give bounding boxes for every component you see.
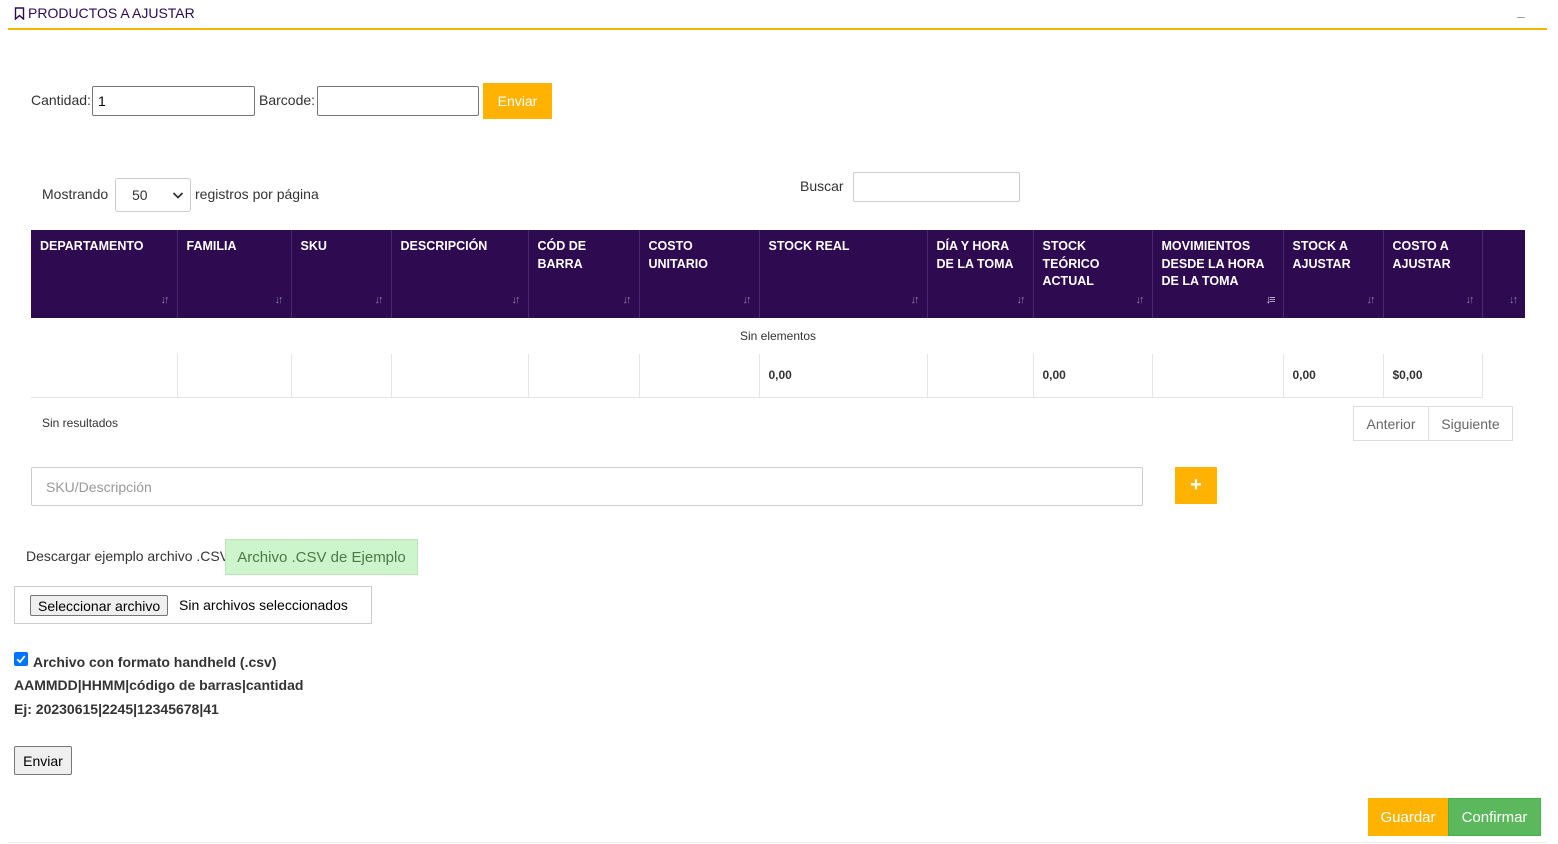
column-header[interactable]: STOCK REAL ↓↑ xyxy=(759,230,928,318)
panel-title-text: PRODUCTOS A AJUSTAR xyxy=(28,5,195,21)
collapse-icon[interactable]: – xyxy=(1517,8,1525,24)
bottom-divider xyxy=(8,842,1547,843)
barcode-input[interactable] xyxy=(317,86,479,116)
file-status: Sin archivos seleccionados xyxy=(179,597,348,613)
sort-arrows-icon: ↓↑ xyxy=(274,293,284,306)
format-description: AAMMDD|HHMM|código de barras|cantidad xyxy=(14,677,304,693)
products-table-wrapper: DEPARTAMENTO ↓↑ FAMILIA ↓↑ SKU ↓↑ DESCRIPCI… xyxy=(31,230,1525,398)
column-header[interactable]: DEPARTAMENTO ↓↑ xyxy=(31,230,178,318)
column-header[interactable]: STOCK A AJUSTAR ↓↑ xyxy=(1283,230,1384,318)
column-header[interactable]: ↓↑ xyxy=(1482,230,1525,318)
column-header[interactable]: CÓD DE BARRA ↓↑ xyxy=(528,230,640,318)
table-info: Sin resultados xyxy=(42,416,119,430)
total-cell xyxy=(1482,354,1525,397)
sort-arrows-icon: ↓↑ xyxy=(910,293,920,306)
total-cell xyxy=(31,354,178,398)
search-label: Buscar xyxy=(800,178,844,194)
sort-arrows-icon: ↓↑ xyxy=(1016,293,1026,306)
add-product-button[interactable]: + xyxy=(1175,467,1217,504)
total-costo-a-ajustar: $0,00 xyxy=(1383,354,1483,398)
upload-send-button[interactable]: Enviar xyxy=(14,746,72,775)
totals-row: 0,00 0,00 0,00 $0,00 xyxy=(31,354,1525,398)
sort-arrows-icon: ↓↑ xyxy=(1509,293,1518,306)
sort-arrows-icon: ↓↑ xyxy=(1135,293,1145,306)
sort-arrows-icon: ↓↑ xyxy=(622,293,632,306)
barcode-label: Barcode: xyxy=(259,92,316,108)
sort-arrows-icon: ↓↑ xyxy=(1465,293,1475,306)
handheld-format-checkbox[interactable] xyxy=(14,652,28,666)
column-header[interactable]: DÍA Y HORA DE LA TOMA ↓↑ xyxy=(927,230,1034,318)
showing-suffix: registros por página xyxy=(195,186,319,202)
panel-title: PRODUCTOS A AJUSTAR xyxy=(14,5,195,21)
page-size-value: 50 xyxy=(132,187,148,203)
format-example: Ej: 20230615|2245|12345678|41 xyxy=(14,701,219,717)
sort-arrows-icon: ↓↑ xyxy=(160,293,170,306)
total-cell xyxy=(927,354,1034,398)
save-button[interactable]: Guardar xyxy=(1368,798,1448,836)
table-search-input[interactable] xyxy=(853,172,1020,202)
total-cell xyxy=(391,354,529,398)
file-upload-box: Seleccionar archivo Sin archivos selecci… xyxy=(14,586,372,624)
total-stock-teorico: 0,00 xyxy=(1033,354,1153,398)
sku-description-input[interactable] xyxy=(31,467,1143,506)
previous-page-button[interactable]: Anterior xyxy=(1353,406,1429,441)
total-stock-a-ajustar: 0,00 xyxy=(1283,354,1384,398)
empty-message: Sin elementos xyxy=(739,329,817,343)
sort-arrows-icon: ↓↑ xyxy=(1366,293,1376,306)
page-size-select[interactable]: 50 xyxy=(115,178,191,212)
sort-amount-down-icon: ↓≡ xyxy=(1265,293,1276,306)
chevron-down-icon xyxy=(172,192,184,199)
empty-row: Sin elementos xyxy=(31,318,1525,354)
select-file-button[interactable]: Seleccionar archivo xyxy=(30,595,169,616)
total-cell xyxy=(291,354,392,398)
sort-arrows-icon: ↓↑ xyxy=(742,293,752,306)
quick-add-send-button[interactable]: Enviar xyxy=(483,83,552,119)
column-header[interactable]: STOCK TEÓRICO ACTUAL ↓↑ xyxy=(1033,230,1153,318)
total-stock-real: 0,00 xyxy=(759,354,928,398)
download-csv-example-button[interactable]: Archivo .CSV de Ejemplo xyxy=(225,539,418,575)
column-header[interactable]: COSTO A AJUSTAR ↓↑ xyxy=(1383,230,1483,318)
products-table: DEPARTAMENTO ↓↑ FAMILIA ↓↑ SKU ↓↑ DESCRIPCI… xyxy=(31,230,1525,398)
column-header[interactable]: SKU ↓↑ xyxy=(291,230,392,318)
header-divider xyxy=(8,28,1547,30)
quantity-label: Cantidad: xyxy=(31,92,91,108)
showing-prefix: Mostrando xyxy=(42,186,109,202)
confirm-button[interactable]: Confirmar xyxy=(1448,798,1541,836)
total-cell xyxy=(528,354,640,398)
column-header[interactable]: COSTO UNITARIO ↓↑ xyxy=(639,230,760,318)
handheld-format-label: Archivo con formato handheld (.csv) xyxy=(33,654,277,670)
table-header-row: DEPARTAMENTO ↓↑ FAMILIA ↓↑ SKU ↓↑ DESCRIPCI… xyxy=(31,230,1525,318)
plus-icon: + xyxy=(1190,474,1202,496)
download-example-label: Descargar ejemplo archivo .CSV xyxy=(26,548,230,564)
column-header[interactable]: DESCRIPCIÓN ↓↑ xyxy=(391,230,529,318)
checkmark-icon xyxy=(16,655,26,664)
bookmark-icon xyxy=(14,6,25,20)
total-cell xyxy=(1152,354,1284,398)
quantity-input[interactable] xyxy=(92,86,255,116)
column-header[interactable]: FAMILIA ↓↑ xyxy=(177,230,292,318)
next-page-button[interactable]: Siguiente xyxy=(1428,406,1513,441)
total-cell xyxy=(639,354,760,398)
sort-arrows-icon: ↓↑ xyxy=(374,293,384,306)
sort-arrows-icon: ↓↑ xyxy=(511,293,521,306)
total-cell xyxy=(177,354,292,398)
column-header[interactable]: MOVIMIENTOS DESDE LA HORA DE LA TOMA ↓≡ xyxy=(1152,230,1284,318)
